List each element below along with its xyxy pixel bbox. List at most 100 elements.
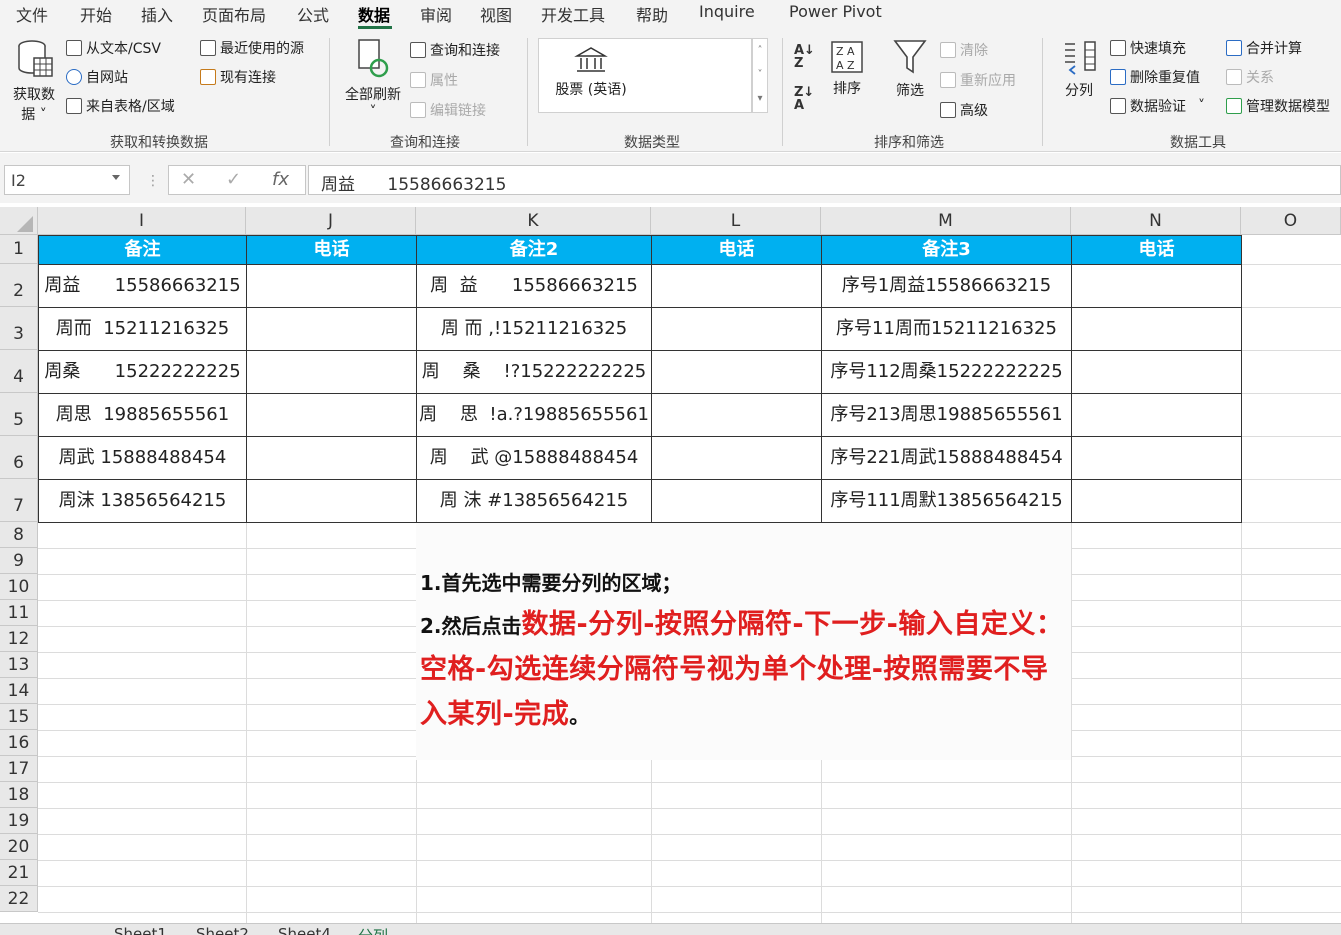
properties-button[interactable]: 属性 (410, 70, 458, 90)
column-header-k[interactable]: K (416, 207, 651, 235)
table-cell[interactable]: 周思 19885655561 (38, 393, 247, 437)
table-cell[interactable]: 周 益 15586663215 (416, 264, 652, 308)
row-header-21[interactable]: 21 (0, 860, 38, 886)
table-cell[interactable]: 周 沫 #13856564215 (416, 479, 652, 523)
sheet-tab-1[interactable]: Sheet1 (114, 925, 167, 935)
table-header-cell[interactable]: 备注2 (416, 235, 652, 265)
data-validation-button[interactable]: 数据验证 ˅ (1110, 96, 1205, 116)
table-cell[interactable]: 周 而 ,!15211216325 (416, 307, 652, 351)
insert-function-icon[interactable]: fx (272, 169, 289, 190)
sheet-tab-2[interactable]: Sheet2 (196, 925, 249, 935)
cancel-icon[interactable]: ✕ (181, 169, 196, 190)
menu-formulas[interactable]: 公式 (297, 2, 329, 26)
menu-file[interactable]: 文件 (16, 2, 48, 26)
table-cell[interactable] (1071, 393, 1242, 437)
refresh-all-button[interactable]: 全部刷新 ˅ (340, 38, 406, 120)
menu-developer[interactable]: 开发工具 (541, 2, 605, 26)
table-cell[interactable]: 周 武 @15888488454 (416, 436, 652, 480)
column-header-m[interactable]: M (821, 207, 1071, 235)
row-header-18[interactable]: 18 (0, 782, 38, 808)
queries-connections-button[interactable]: 查询和连接 (410, 40, 500, 60)
sort-a-z-icon[interactable]: A↓ Z (794, 44, 815, 70)
consolidate-button[interactable]: 合并计算 (1226, 38, 1302, 58)
row-header-13[interactable]: 13 (0, 652, 38, 678)
reapply-button[interactable]: 重新应用 (940, 70, 1016, 90)
row-header-4[interactable]: 4 (0, 350, 38, 393)
get-data-button[interactable]: 获取数 据 ˅ (8, 38, 60, 124)
column-header-n[interactable]: N (1071, 207, 1241, 235)
sort-z-a-icon[interactable]: Z↓ A (794, 86, 814, 112)
stocks-button[interactable]: 股票 (英语) (551, 45, 631, 99)
table-cell[interactable] (651, 307, 822, 351)
table-header-cell[interactable]: 电话 (1071, 235, 1242, 265)
column-header-i[interactable]: I (38, 207, 246, 235)
sheet-tab-active[interactable]: 分列 (358, 925, 388, 935)
table-cell[interactable]: 周 思 !a.?19885655561 (416, 393, 652, 437)
menu-power-pivot[interactable]: Power Pivot (789, 2, 882, 21)
menu-inquire[interactable]: Inquire (699, 2, 755, 21)
table-cell[interactable] (1071, 479, 1242, 523)
table-cell[interactable] (651, 479, 822, 523)
table-cell[interactable]: 序号1周益15586663215 (821, 264, 1072, 308)
column-header-j[interactable]: J (246, 207, 416, 235)
sheet-tab-4[interactable]: Sheet4 (278, 925, 331, 935)
manage-data-model-button[interactable]: 管理数据模型 (1226, 96, 1330, 116)
table-cell[interactable]: 周沫 13856564215 (38, 479, 247, 523)
from-web-button[interactable]: 自网站 (66, 67, 128, 87)
table-cell[interactable] (651, 393, 822, 437)
table-cell[interactable]: 周武 15888488454 (38, 436, 247, 480)
table-cell[interactable]: 周桑 15222222225 (38, 350, 247, 394)
table-cell[interactable]: 周益 15586663215 (38, 264, 247, 308)
row-header-20[interactable]: 20 (0, 834, 38, 860)
formula-input[interactable]: 周益 15586663215 (308, 165, 1341, 195)
menu-insert[interactable]: 插入 (141, 2, 173, 26)
row-header-11[interactable]: 11 (0, 600, 38, 626)
menu-review[interactable]: 审阅 (420, 2, 452, 26)
table-cell[interactable]: 序号111周默13856564215 (821, 479, 1072, 523)
table-cell[interactable]: 序号213周思19885655561 (821, 393, 1072, 437)
name-box[interactable]: I2 (4, 165, 130, 195)
table-cell[interactable]: 序号221周武15888488454 (821, 436, 1072, 480)
menu-view[interactable]: 视图 (480, 2, 512, 26)
row-header-15[interactable]: 15 (0, 704, 38, 730)
row-header-2[interactable]: 2 (0, 264, 38, 307)
menu-data[interactable]: 数据 (358, 2, 390, 26)
column-header-l[interactable]: L (651, 207, 821, 235)
row-header-7[interactable]: 7 (0, 479, 38, 522)
row-header-1[interactable]: 1 (0, 235, 38, 264)
more-options-icon[interactable]: ⋮ (146, 173, 160, 189)
table-header-cell[interactable]: 电话 (246, 235, 417, 265)
row-header-3[interactable]: 3 (0, 307, 38, 350)
flash-fill-button[interactable]: 快速填充 (1110, 38, 1186, 58)
table-cell[interactable] (246, 307, 417, 351)
clear-filter-button[interactable]: 清除 (940, 40, 988, 60)
table-cell[interactable] (651, 264, 822, 308)
remove-duplicates-button[interactable]: 删除重复值 (1110, 67, 1200, 87)
table-cell[interactable] (246, 436, 417, 480)
row-header-16[interactable]: 16 (0, 730, 38, 756)
edit-links-button[interactable]: 编辑链接 (410, 100, 486, 120)
enter-icon[interactable]: ✓ (226, 169, 241, 190)
menu-home[interactable]: 开始 (80, 2, 112, 26)
recent-sources-button[interactable]: 最近使用的源 (200, 38, 304, 58)
table-cell[interactable] (246, 350, 417, 394)
select-all-corner[interactable] (0, 207, 38, 235)
row-header-22[interactable]: 22 (0, 886, 38, 912)
table-cell[interactable] (246, 264, 417, 308)
gallery-scroll[interactable]: ˄ ˅ ▾ (752, 38, 768, 113)
relationships-button[interactable]: 关系 (1226, 67, 1274, 87)
row-header-12[interactable]: 12 (0, 626, 38, 652)
column-header-o[interactable]: O (1241, 207, 1341, 235)
table-cell[interactable]: 周 桑 !?15222222225 (416, 350, 652, 394)
table-cell[interactable] (651, 436, 822, 480)
table-cell[interactable] (246, 479, 417, 523)
sort-button[interactable]: Z AA Z 排序 (826, 40, 868, 98)
table-cell[interactable] (651, 350, 822, 394)
table-header-cell[interactable]: 备注3 (821, 235, 1072, 265)
row-header-5[interactable]: 5 (0, 393, 38, 436)
table-header-cell[interactable]: 电话 (651, 235, 822, 265)
table-header-cell[interactable]: 备注 (38, 235, 247, 265)
table-cell[interactable]: 序号11周而15211216325 (821, 307, 1072, 351)
table-cell[interactable] (1071, 436, 1242, 480)
table-cell[interactable] (246, 393, 417, 437)
